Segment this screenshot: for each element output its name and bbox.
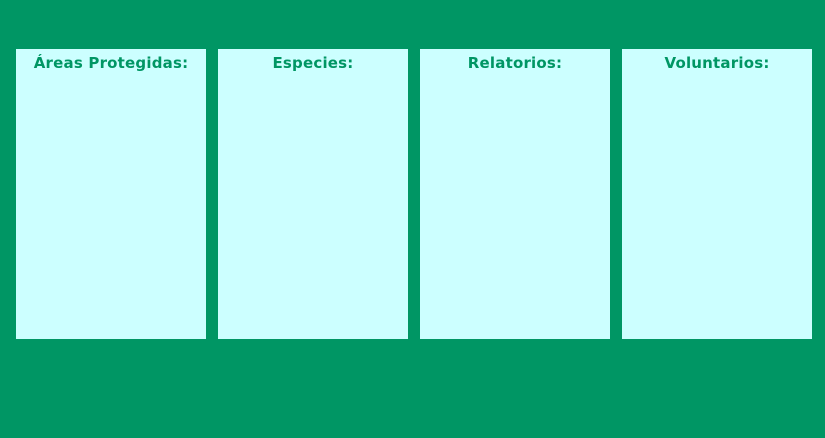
panel-volunteers[interactable]: Voluntarios: [622, 49, 812, 339]
app-canvas: Áreas Protegidas: Especies: Relatorios: … [0, 0, 825, 438]
panel-title-reports: Relatorios: [467, 54, 563, 72]
panel-row: Áreas Protegidas: Especies: Relatorios: … [16, 49, 812, 339]
panel-protected-areas[interactable]: Áreas Protegidas: [16, 49, 206, 339]
panel-title-volunteers: Voluntarios: [664, 54, 770, 72]
panel-reports[interactable]: Relatorios: [420, 49, 610, 339]
panel-species[interactable]: Especies: [218, 49, 408, 339]
panel-title-species: Especies: [272, 54, 354, 72]
panel-title-protected-areas: Áreas Protegidas: [33, 54, 189, 72]
